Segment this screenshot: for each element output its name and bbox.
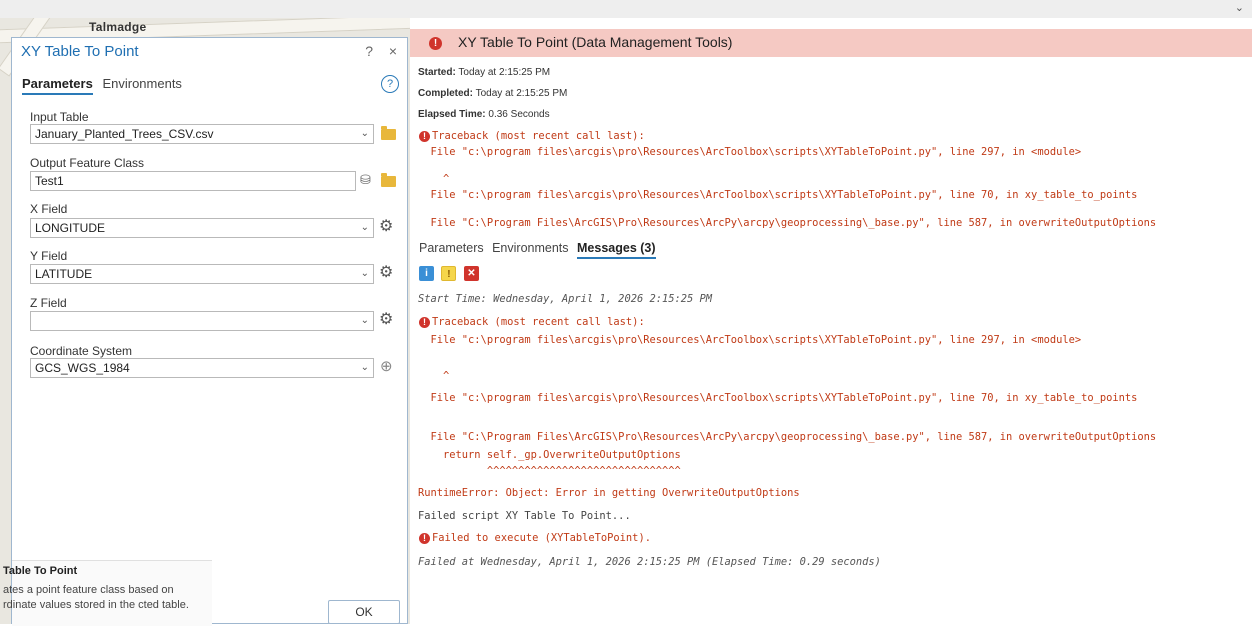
elapsed-row: Elapsed Time: 0.36 Seconds	[418, 109, 550, 120]
chevron-down-icon[interactable]: ⌄	[361, 312, 369, 330]
tool-pane: XY Table To Point ? × Parameters Environ…	[3, 37, 408, 626]
elapsed-value: 0.36 Seconds	[488, 109, 550, 120]
tooltip-text: ates a point feature class based on rdin…	[3, 584, 189, 611]
coord-sys-select[interactable]: GCS_WGS_1984 ⌄	[30, 358, 374, 378]
tab-environments[interactable]: Environments	[102, 76, 181, 91]
detail-line: File "C:\Program Files\ArcGIS\Pro\Resour…	[418, 431, 1157, 443]
tab-messages[interactable]: Messages (3)	[577, 241, 656, 259]
y-field-value: LATITUDE	[35, 267, 93, 281]
completed-row: Completed: Today at 2:15:25 PM	[418, 88, 567, 99]
folder-icon[interactable]	[381, 173, 396, 187]
started-value: Today at 2:15:25 PM	[458, 67, 551, 78]
output-fc-field[interactable]: Test1	[30, 171, 356, 191]
input-table-label: Input Table	[30, 110, 89, 124]
message-header: ! XY Table To Point (Data Management Too…	[410, 29, 1252, 57]
chevron-down-icon[interactable]: ⌄	[361, 359, 369, 377]
start-time: Start Time: Wednesday, April 1, 2026 2:1…	[418, 293, 713, 305]
error-filter-button[interactable]: ✕	[463, 266, 479, 282]
chevron-down-icon[interactable]: ⌄	[361, 125, 369, 143]
error-icon: !	[419, 131, 430, 142]
summary-line: File "c:\program files\arcgis\pro\Resour…	[418, 189, 1138, 201]
help-circle-icon[interactable]: ?	[381, 75, 399, 93]
street-label: Talmadge	[89, 20, 147, 34]
summary-line: Traceback (most recent call last):	[432, 130, 645, 142]
message-title: XY Table To Point (Data Management Tools…	[458, 34, 733, 50]
failed-execute: Failed to execute (XYTableToPoint).	[432, 532, 651, 544]
warning-filter-button[interactable]: !	[441, 266, 457, 282]
error-icon: !	[429, 37, 442, 50]
output-fc-value: Test1	[35, 174, 64, 188]
detail-line: ^	[418, 370, 450, 382]
message-tabs: Parameters Environments Messages (3)	[419, 241, 661, 259]
tool-tooltip: Table To Point ates a point feature clas…	[3, 560, 212, 626]
chevron-down-icon[interactable]: ⌄	[1235, 1, 1244, 14]
z-field-select[interactable]: ⌄	[30, 311, 374, 331]
error-icon: !	[419, 533, 430, 544]
y-field-select[interactable]: LATITUDE ⌄	[30, 264, 374, 284]
chevron-down-icon[interactable]: ⌄	[361, 265, 369, 283]
tab-parameters[interactable]: Parameters	[419, 241, 484, 255]
coord-sys-label: Coordinate System	[30, 344, 133, 358]
tool-title: XY Table To Point	[21, 43, 139, 60]
folder-icon[interactable]	[381, 126, 396, 140]
tab-parameters[interactable]: Parameters	[22, 76, 93, 95]
info-filter-button[interactable]: i	[419, 266, 434, 282]
tooltip-title: Table To Point	[3, 565, 78, 577]
detail-line: File "c:\program files\arcgis\pro\Resour…	[418, 392, 1138, 404]
summary-line: ^	[418, 173, 450, 185]
database-icon[interactable]: ⛁	[360, 172, 371, 188]
message-filters: i ! ✕	[419, 265, 482, 283]
close-button[interactable]: ×	[389, 43, 397, 59]
detail-line: return self._gp.OverwriteOutputOptions	[418, 449, 681, 461]
ok-button[interactable]: OK	[328, 600, 400, 624]
z-field-label: Z Field	[30, 296, 67, 310]
x-field-value: LONGITUDE	[35, 221, 106, 235]
gear-icon[interactable]: ⚙	[379, 312, 393, 328]
summary-line: File "C:\Program Files\ArcGIS\Pro\Resour…	[418, 217, 1157, 229]
tool-tabs: Parameters Environments	[22, 76, 188, 95]
elapsed-label: Elapsed Time:	[418, 109, 486, 120]
detail-line: File "c:\program files\arcgis\pro\Resour…	[418, 334, 1082, 346]
detail-line: Traceback (most recent call last):	[432, 316, 645, 328]
runtime-error: RuntimeError: Object: Error in getting O…	[418, 487, 800, 499]
input-table-value: January_Planted_Trees_CSV.csv	[35, 127, 214, 141]
messages-pane: ! XY Table To Point (Data Management Too…	[410, 18, 1252, 624]
started-row: Started: Today at 2:15:25 PM	[418, 67, 550, 78]
globe-icon[interactable]: ⊕	[380, 359, 393, 375]
started-label: Started:	[418, 67, 456, 78]
coord-sys-value: GCS_WGS_1984	[35, 361, 130, 375]
summary-line: File "c:\program files\arcgis\pro\Resour…	[418, 146, 1082, 158]
error-icon: !	[419, 317, 430, 328]
y-field-label: Y Field	[30, 249, 68, 263]
x-field-label: X Field	[30, 202, 68, 216]
gear-icon[interactable]: ⚙	[379, 265, 393, 281]
tab-environments[interactable]: Environments	[492, 241, 568, 255]
completed-value: Today at 2:15:25 PM	[475, 88, 568, 99]
completed-label: Completed:	[418, 88, 473, 99]
failed-at: Failed at Wednesday, April 1, 2026 2:15:…	[418, 556, 881, 568]
output-fc-label: Output Feature Class	[30, 156, 145, 170]
top-strip: ⌄	[0, 0, 1252, 19]
help-button[interactable]: ?	[365, 43, 373, 59]
detail-line: ^^^^^^^^^^^^^^^^^^^^^^^^^^^^^^^	[418, 465, 681, 477]
x-field-select[interactable]: LONGITUDE ⌄	[30, 218, 374, 238]
input-table-field[interactable]: January_Planted_Trees_CSV.csv ⌄	[30, 124, 374, 144]
gear-icon[interactable]: ⚙	[379, 219, 393, 235]
chevron-down-icon[interactable]: ⌄	[361, 219, 369, 237]
failed-script: Failed script XY Table To Point...	[418, 510, 631, 522]
